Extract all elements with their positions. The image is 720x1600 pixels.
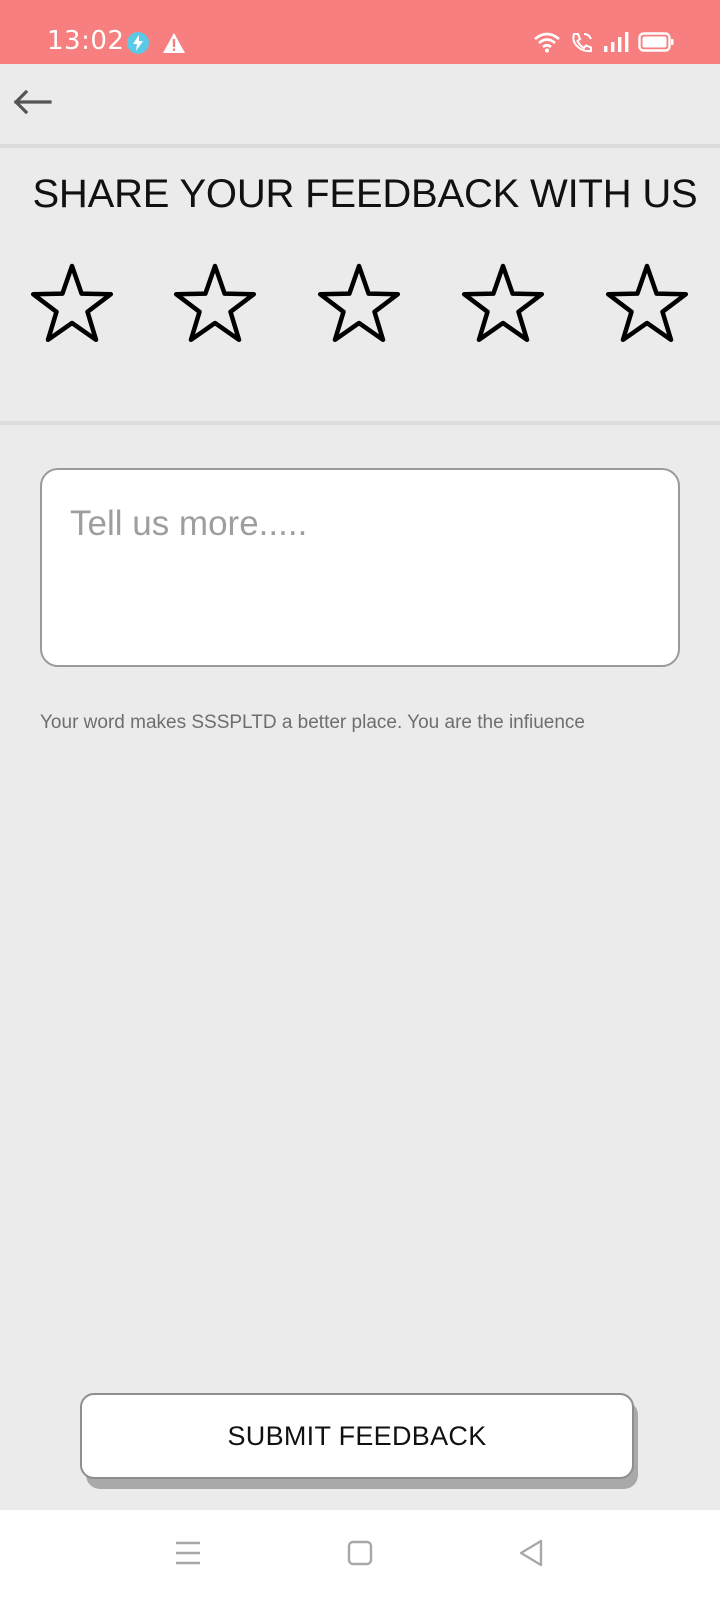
- system-nav-bar: [0, 1510, 720, 1600]
- star-3-button[interactable]: [316, 262, 402, 344]
- arrow-left-icon: [12, 89, 52, 120]
- charging-bolt-icon: [126, 31, 150, 60]
- app-bar: [0, 64, 720, 144]
- star-2-button[interactable]: [172, 262, 258, 344]
- star-outline-icon: [317, 263, 401, 343]
- home-nav-button[interactable]: [315, 1510, 405, 1600]
- star-outline-icon: [30, 263, 114, 343]
- battery-icon: [638, 31, 674, 58]
- star-outline-icon: [461, 263, 545, 343]
- star-outline-icon: [605, 263, 689, 343]
- status-bar: 13:02: [0, 0, 720, 64]
- divider: [0, 144, 720, 148]
- wifi-icon: [533, 31, 561, 58]
- helper-text: Your word makes SSSPLTD a better place. …: [40, 712, 585, 733]
- back-triangle-icon: [517, 1538, 545, 1573]
- star-outline-icon: [173, 263, 257, 343]
- star-1-button[interactable]: [29, 262, 115, 344]
- submit-feedback-button[interactable]: SUBMIT FEEDBACK: [80, 1393, 634, 1479]
- home-square-icon: [347, 1540, 373, 1571]
- status-time: 13:02: [47, 26, 125, 56]
- signal-icon: [603, 31, 629, 58]
- warning-icon: [162, 32, 186, 59]
- menu-nav-button[interactable]: [143, 1510, 233, 1600]
- star-4-button[interactable]: [460, 262, 546, 344]
- feedback-input-container: [40, 468, 680, 667]
- wifi-call-icon: [570, 31, 594, 58]
- menu-icon: [174, 1540, 202, 1571]
- star-rating: [0, 262, 720, 344]
- page-title: SHARE YOUR FEEDBACK WITH US: [32, 172, 698, 216]
- star-5-button[interactable]: [604, 262, 690, 344]
- back-nav-button[interactable]: [486, 1510, 576, 1600]
- divider: [0, 421, 720, 425]
- back-button[interactable]: [10, 82, 54, 126]
- feedback-input[interactable]: [42, 470, 678, 665]
